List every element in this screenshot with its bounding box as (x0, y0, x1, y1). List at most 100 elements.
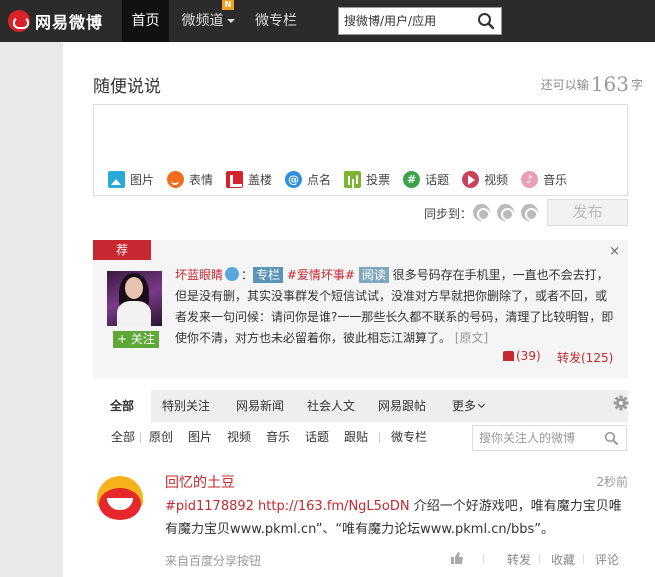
tool-vote[interactable]: 投票 (344, 171, 390, 188)
at-icon: @ (285, 171, 303, 188)
tool-picture[interactable]: 图片 (108, 171, 154, 188)
tool-label: 盖楼 (248, 173, 273, 187)
feed-comment-button[interactable]: 评论 (595, 551, 619, 568)
original-link[interactable]: [原文] (455, 331, 488, 345)
avatar-body (117, 301, 151, 326)
filter-column[interactable]: 微专栏 (391, 422, 427, 452)
global-search (338, 7, 502, 35)
tool-floor[interactable]: 盖楼 (226, 171, 272, 188)
new-badge: N (222, 0, 234, 10)
recommend-tag: 荐 (93, 240, 151, 260)
tool-music[interactable]: ♪ 音乐 (521, 171, 567, 188)
play-icon (462, 171, 480, 188)
publish-button[interactable]: 发布 (547, 199, 628, 226)
feed-forward-button[interactable]: 转发 (507, 551, 531, 568)
feed-body: #pid1178892 http://163.fm/NgL5oDN 介绍一个好游… (165, 495, 627, 541)
avatar[interactable] (93, 468, 148, 523)
feed-source[interactable]: 来自百度分享按钮 (165, 552, 261, 569)
tab-more-label: 更多 (451, 399, 476, 413)
bar-chart-icon (344, 171, 362, 188)
nav-column[interactable]: 微专栏 (248, 0, 304, 42)
plus-icon: + (117, 332, 131, 346)
feed-timestamp[interactable]: 2秒前 (596, 473, 628, 490)
tab-news[interactable]: 网易新闻 (227, 390, 293, 422)
tool-label: 话题 (425, 173, 450, 187)
forward-button[interactable]: 转发(125) (557, 349, 613, 366)
like-count: (39) (516, 349, 541, 363)
caret-down-icon (226, 19, 235, 23)
feed-user-name[interactable]: 回忆的土豆 (165, 472, 235, 492)
column-chip[interactable]: 专栏 (253, 267, 284, 283)
action-divider (539, 554, 540, 564)
recommend-user-name[interactable]: 坏蓝眼睛 (175, 268, 223, 282)
thumb-up-icon[interactable] (451, 552, 463, 564)
filter-picture[interactable]: 图片 (188, 422, 212, 452)
tool-label: 点名 (307, 173, 332, 187)
tool-emoji[interactable]: 表情 (167, 171, 213, 188)
verified-badge-icon (225, 267, 240, 281)
hashtag-icon: # (403, 171, 421, 188)
tab-more[interactable]: 更多 (443, 390, 493, 422)
netease-weibo-logo[interactable]: 网易微博 (8, 8, 103, 34)
tool-topic[interactable]: # 话题 (403, 171, 449, 188)
feed-search-input[interactable] (473, 426, 599, 450)
remain-count: 163 (590, 72, 629, 96)
feed-tabs: 全部 特别关注 网易新闻 社会人文 网易跟帖 更多 (93, 390, 628, 422)
remain-suffix: 字 (630, 78, 643, 92)
tool-label: 表情 (189, 173, 214, 187)
sync-renren-icon[interactable] (521, 204, 538, 221)
close-icon[interactable]: × (609, 244, 620, 259)
sync-label: 同步到： (424, 207, 473, 221)
filter-topic[interactable]: 话题 (305, 422, 329, 452)
tab-society[interactable]: 社会人文 (298, 390, 364, 422)
topic-link[interactable]: #爱情坏事# (287, 268, 355, 282)
tool-label: 投票 (366, 173, 391, 187)
left-gutter (0, 42, 63, 577)
recommend-card: 荐 × + 关注 坏蓝眼睛：专栏 #爱情坏事# 阅读 很多号码存在手机里，一直也… (93, 240, 628, 378)
publisher-box[interactable]: 图片 表情 盖楼 @ 点名 投票 # 话题 视频 ♪ 音乐 (93, 104, 628, 196)
tab-comments[interactable]: 网易跟帖 (369, 390, 435, 422)
global-search-input[interactable] (339, 8, 469, 34)
tab-all[interactable]: 全部 (93, 390, 151, 422)
tool-video[interactable]: 视频 (462, 171, 508, 188)
tool-label: 音乐 (543, 173, 568, 187)
remain-prefix: 还可以输 (540, 78, 589, 92)
avatar[interactable] (107, 271, 162, 326)
feed-short-link[interactable]: http://163.fm/NgL5oDN (258, 499, 410, 514)
feed-favorite-button[interactable]: 收藏 (551, 551, 575, 568)
feed-topic-link[interactable]: #pid1178892 (165, 499, 254, 514)
sync-sina-icon[interactable] (473, 204, 490, 221)
char-remaining: 还可以输 163 字 (541, 72, 643, 96)
filter-divider (140, 432, 141, 443)
filter-video[interactable]: 视频 (227, 422, 251, 452)
avatar-face (125, 277, 143, 299)
tool-mention[interactable]: @ 点名 (285, 171, 331, 188)
publisher-toolbar: 图片 表情 盖楼 @ 点名 投票 # 话题 视频 ♪ 音乐 (108, 171, 580, 188)
netease-logo-icon (8, 10, 30, 32)
building-icon (226, 171, 244, 188)
follow-label: 关注 (130, 332, 155, 346)
gear-icon[interactable] (613, 395, 629, 411)
thumb-up-icon (503, 351, 514, 361)
nav-home[interactable]: 首页 (122, 0, 169, 42)
search-icon[interactable] (604, 431, 618, 445)
feed-search (472, 425, 627, 451)
action-divider (583, 554, 584, 564)
like-button[interactable]: (39) (503, 349, 541, 363)
sync-qq-icon[interactable] (497, 204, 514, 221)
nav-channel-label: 微频道 (181, 13, 224, 29)
filter-music[interactable]: 音乐 (266, 422, 290, 452)
read-chip[interactable]: 阅读 (358, 267, 389, 283)
follow-button[interactable]: + 关注 (113, 331, 159, 348)
filter-follow-post[interactable]: 跟贴 (344, 422, 368, 452)
filter-original[interactable]: 原创 (149, 422, 173, 452)
tab-special[interactable]: 特别关注 (153, 390, 219, 422)
filter-all[interactable]: 全部 (111, 422, 135, 452)
tool-label: 视频 (484, 173, 509, 187)
logo-text: 网易微博 (35, 13, 104, 32)
smiley-icon (167, 171, 185, 188)
filter-divider (379, 432, 380, 443)
top-nav-bar: 网易微博 首页 微频道 N 微专栏 (0, 0, 655, 42)
tool-label: 图片 (130, 173, 155, 187)
search-icon[interactable] (477, 12, 495, 30)
